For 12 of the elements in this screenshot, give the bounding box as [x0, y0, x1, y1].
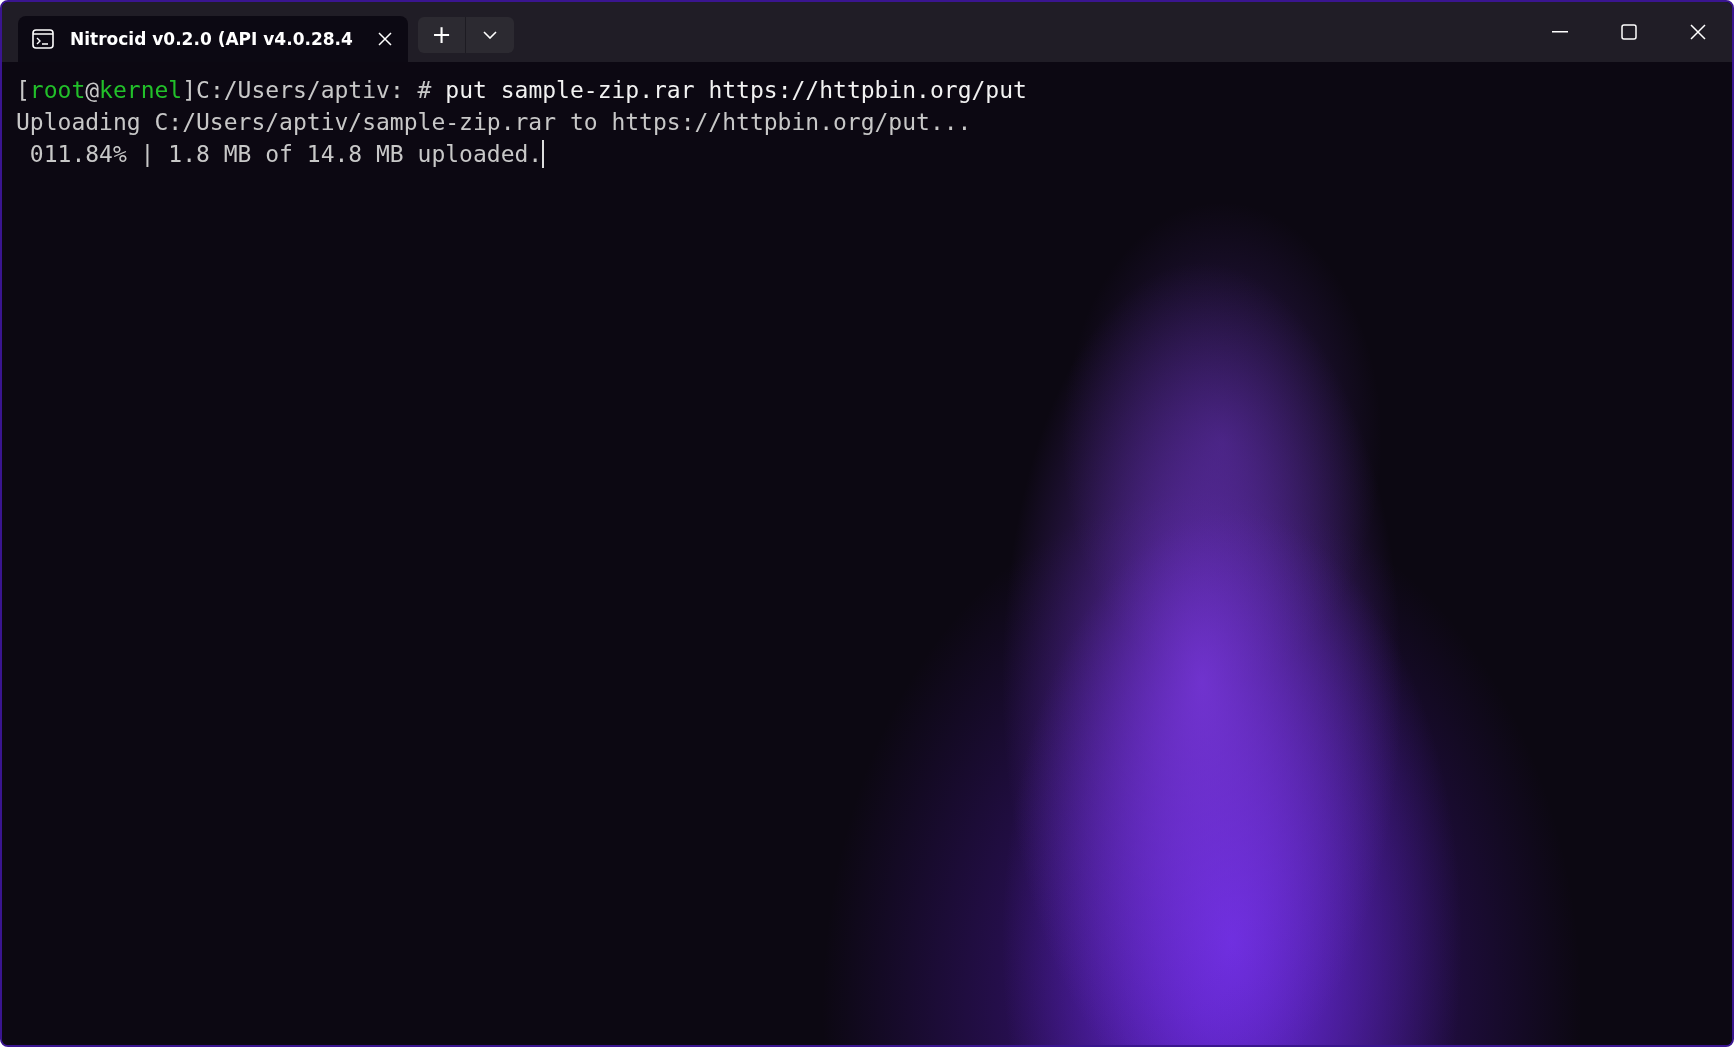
- text-cursor: [542, 140, 544, 168]
- minimize-icon: [1551, 31, 1568, 33]
- close-icon[interactable]: [378, 32, 392, 46]
- maximize-icon: [1620, 24, 1637, 40]
- terminal-line: 011.84% | 1.8 MB of 14.8 MB uploaded.: [28, 139, 545, 170]
- terminal-icon: [32, 29, 54, 49]
- terminal-line: Uploading C:/Users/aptiv/sample-zip.rar to https://httpbin.org/put...: [16, 108, 973, 137]
- close-icon: [1689, 24, 1706, 40]
- terminal-line: [root@kernel]C:/Users/aptiv: # put sample-zip.rar https://httpbin.org/put: [16, 76, 1028, 105]
- chevron-down-icon: [483, 31, 497, 39]
- tab-title: Nitrocid v0.2.0 (API v4.0.28.4: [70, 29, 354, 49]
- terminal-tab[interactable]: Nitrocid v0.2.0 (API v4.0.28.4: [18, 16, 408, 62]
